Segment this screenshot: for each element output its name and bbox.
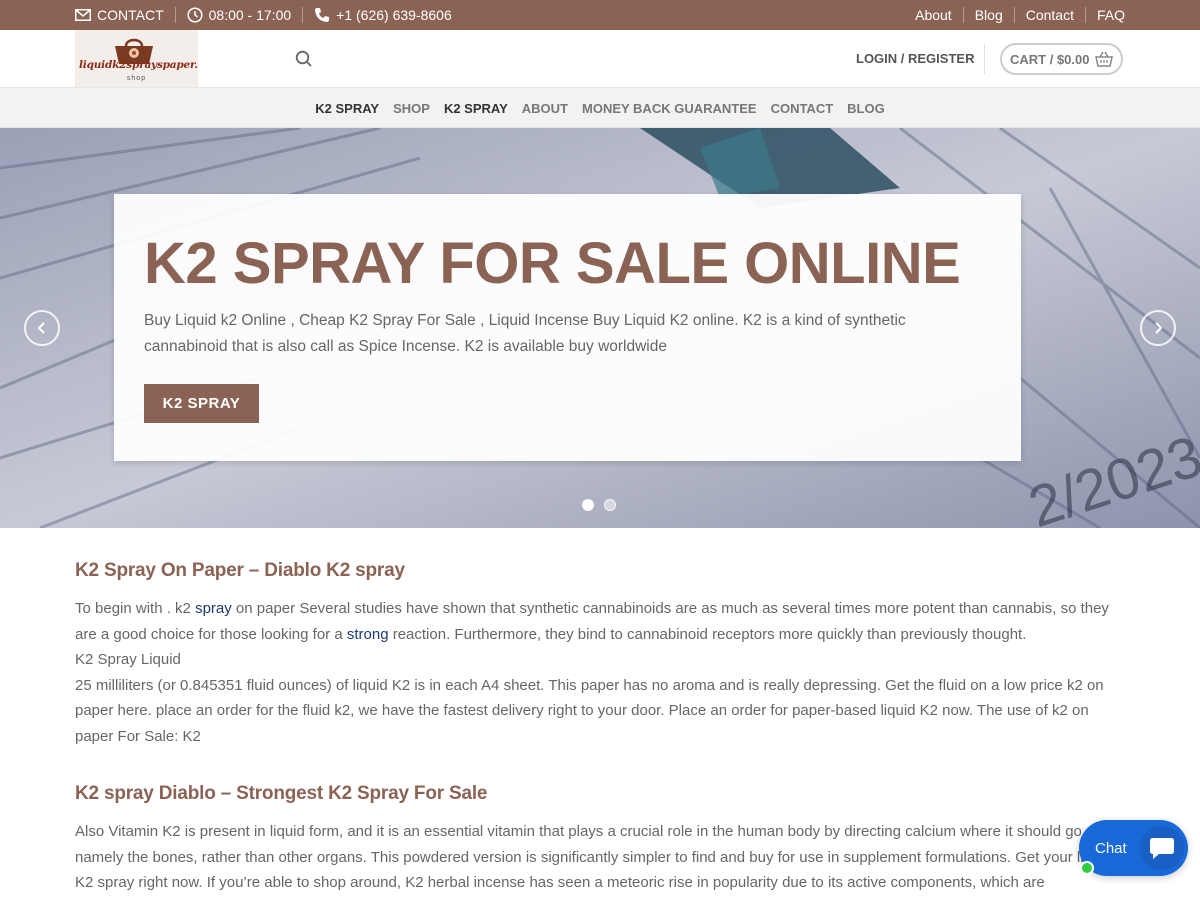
chat-bubble-icon	[1140, 826, 1184, 870]
main-nav: K2 SPRAY SHOP K2 SPRAY ABOUT MONEY BACK …	[0, 88, 1200, 128]
nav-k2-spray[interactable]: K2 SPRAY	[315, 101, 379, 116]
paragraph-2: Also Vitamin K2 is present in liquid for…	[75, 823, 1112, 891]
phone-icon	[314, 7, 330, 23]
top-link-about[interactable]: About	[915, 7, 952, 23]
login-register-link[interactable]: LOGIN / REGISTER	[856, 51, 974, 66]
basket-icon	[1095, 50, 1113, 71]
nav-contact[interactable]: CONTACT	[771, 101, 834, 116]
paragraph-1-text-a: To begin with . k2	[75, 600, 196, 617]
divider	[302, 7, 304, 23]
site-header: liquidk2sprayspaper. shop LOGIN / REGIST…	[0, 30, 1200, 88]
hero-slider: 2/2023 K2 SPRAY FOR SALE ONLINE Buy Liqu…	[0, 128, 1200, 528]
chevron-left-icon	[37, 322, 45, 334]
slider-dot-2[interactable]	[604, 499, 616, 511]
search-icon[interactable]	[295, 50, 313, 68]
chat-label: Chat	[1095, 839, 1127, 857]
divider	[962, 7, 964, 23]
paragraph-1-subheading: K2 Spray Liquid	[75, 651, 181, 668]
online-status-indicator	[1080, 861, 1094, 875]
phone-text: +1 (626) 639-8606	[336, 7, 452, 23]
section-heading-1: K2 Spray On Paper – Diablo K2 spray	[75, 560, 405, 581]
chevron-right-icon	[1155, 322, 1163, 334]
top-contact-label: CONTACT	[97, 7, 164, 23]
paragraph-1: To begin with . k2 spray on paper Severa…	[75, 596, 1125, 647]
top-hours: 08:00 - 17:00	[187, 7, 292, 23]
nav-blog[interactable]: BLOG	[847, 101, 885, 116]
divider	[984, 44, 985, 74]
nav-k2-spray-2[interactable]: K2 SPRAY	[444, 101, 508, 116]
cart-label: CART / $0.00	[1010, 51, 1090, 67]
hours-text: 08:00 - 17:00	[208, 7, 292, 23]
top-bar-contact-info: CONTACT 08:00 - 17:00 +1 (626) 639-8606	[75, 0, 452, 30]
divider	[174, 7, 176, 23]
hero-title: K2 SPRAY FOR SALE ONLINE	[144, 231, 961, 296]
divider	[1084, 7, 1086, 23]
envelope-icon	[75, 9, 91, 21]
divider	[1013, 7, 1015, 23]
hero-k2-spray-button[interactable]: K2 SPRAY	[144, 384, 259, 423]
logo-text: liquidk2sprayspaper.	[79, 59, 198, 71]
top-bar-links: About Blog Contact FAQ	[915, 0, 1125, 30]
nav-shop[interactable]: SHOP	[393, 101, 430, 116]
spray-link[interactable]: spray	[195, 600, 232, 617]
nav-money-back-guarantee[interactable]: MONEY BACK GUARANTEE	[582, 101, 757, 116]
chat-widget-button[interactable]: Chat	[1079, 820, 1188, 876]
hero-content-box: K2 SPRAY FOR SALE ONLINE Buy Liquid k2 O…	[114, 194, 1021, 461]
section-heading-2: K2 spray Diablo – Strongest K2 Spray For…	[75, 783, 488, 804]
cart-button[interactable]: CART / $0.00	[1000, 43, 1123, 75]
top-link-faq[interactable]: FAQ	[1097, 7, 1125, 23]
nav-about[interactable]: ABOUT	[522, 101, 568, 116]
slider-dot-1[interactable]	[582, 499, 594, 511]
strong-link[interactable]: strong	[347, 626, 389, 643]
paragraph-1-text-c: reaction. Furthermore, they bind to cann…	[388, 625, 1027, 643]
top-link-blog[interactable]: Blog	[975, 7, 1003, 23]
logo-subtext: shop	[126, 75, 147, 82]
site-logo[interactable]: liquidk2sprayspaper. shop	[75, 30, 198, 87]
top-phone-link[interactable]: +1 (626) 639-8606	[314, 7, 452, 23]
hero-description: Buy Liquid k2 Online , Cheap K2 Spray Fo…	[144, 312, 906, 355]
top-contact-link[interactable]: CONTACT	[75, 7, 164, 23]
top-bar: CONTACT 08:00 - 17:00 +1 (626) 639-8606 …	[0, 0, 1200, 30]
slider-prev-button[interactable]	[24, 310, 60, 346]
slider-next-button[interactable]	[1140, 310, 1176, 346]
top-link-contact[interactable]: Contact	[1026, 7, 1074, 23]
paragraph-1-body: 25 milliliters (or 0.845351 fluid ounces…	[75, 676, 1104, 745]
slider-dots	[582, 499, 616, 511]
main-content: K2 Spray On Paper – Diablo K2 spray To b…	[75, 560, 1125, 896]
clock-icon	[187, 7, 203, 23]
